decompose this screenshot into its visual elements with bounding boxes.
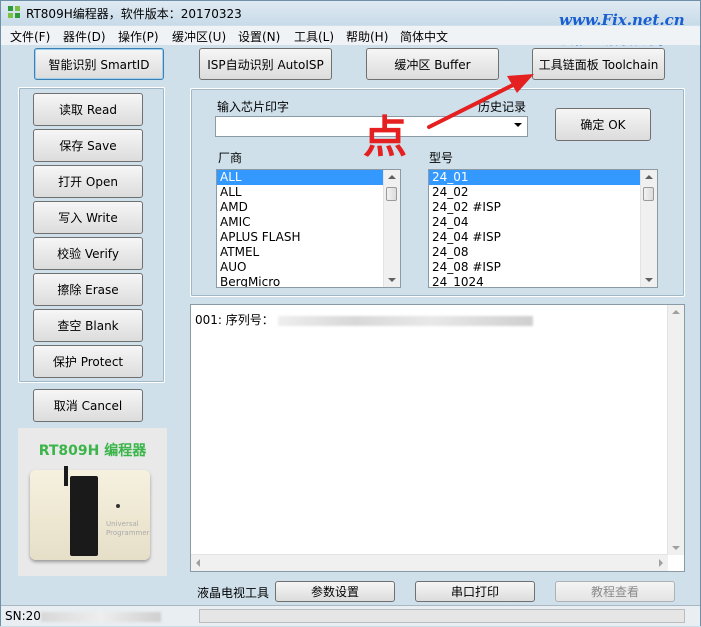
menu-bar: 文件(F) 器件(D) 操作(P) 缓冲区(U) 设置(N) 工具(L) 帮助(…: [1, 26, 700, 45]
app-icon: [8, 6, 20, 18]
model-label: 型号: [429, 151, 454, 165]
list-item[interactable]: 24_01: [429, 170, 640, 185]
scroll-up-icon[interactable]: [672, 310, 680, 314]
device-brand: Universal Programmer: [106, 520, 150, 537]
erase-button[interactable]: 擦除 Erase: [33, 273, 143, 306]
list-item[interactable]: 24_02 #ISP: [429, 200, 595, 215]
chevron-down-icon[interactable]: [514, 123, 522, 127]
menu-help[interactable]: 帮助(H): [346, 28, 388, 45]
scroll-thumb[interactable]: [386, 187, 397, 201]
lcd-tool-label: 液晶电视工具: [197, 586, 270, 600]
redacted-sn: [40, 611, 161, 622]
window-title: RT809H编程器，软件版本：20170323: [26, 7, 242, 21]
chip-mark-label: 输入芯片印字: [217, 100, 290, 114]
scroll-up-icon[interactable]: [645, 175, 653, 179]
protect-button[interactable]: 保护 Protect: [33, 345, 143, 378]
vendor-label: 厂商: [218, 151, 243, 165]
main-window: RT809H编程器，软件版本：20170323 www.Fix.net.cn 爱…: [0, 0, 701, 626]
menu-operation[interactable]: 操作(P): [118, 28, 159, 45]
menu-language[interactable]: 简体中文: [400, 28, 448, 45]
scroll-left-icon[interactable]: [196, 559, 200, 567]
product-image: RT809H 编程器 Universal Programmer: [18, 428, 167, 576]
scroll-down-icon[interactable]: [388, 278, 396, 282]
log-vscrollbar[interactable]: [667, 305, 684, 555]
list-item[interactable]: BergMicro: [217, 275, 383, 287]
serial-number: SN:20: [5, 609, 161, 623]
menu-device[interactable]: 器件(D): [63, 28, 106, 45]
cancel-button[interactable]: 取消 Cancel: [33, 389, 143, 422]
scroll-thumb[interactable]: [643, 187, 654, 201]
scroll-up-icon[interactable]: [388, 175, 396, 179]
history-label: 历史记录: [478, 100, 527, 114]
autoisp-button[interactable]: ISP自动识别 AutoISP: [199, 48, 332, 80]
title-bar: RT809H编程器，软件版本：20170323 www.Fix.net.cn 爱…: [1, 1, 700, 48]
serial-number-prefix: SN:20: [5, 609, 41, 623]
write-button[interactable]: 写入 Write: [33, 201, 143, 234]
list-item[interactable]: 24_04: [429, 215, 595, 230]
list-item[interactable]: ALL: [217, 185, 383, 200]
list-item[interactable]: ALL: [217, 170, 383, 185]
list-item[interactable]: AMIC: [217, 215, 383, 230]
scroll-down-icon[interactable]: [672, 546, 680, 550]
verify-button[interactable]: 校验 Verify: [33, 237, 143, 270]
scroll-down-icon[interactable]: [645, 278, 653, 282]
redacted-serial: [277, 315, 533, 326]
log-serial-label: 001: 序列号：: [195, 313, 274, 327]
list-item[interactable]: 24_1024: [429, 275, 595, 287]
save-button[interactable]: 保存 Save: [33, 129, 143, 162]
menu-buffer[interactable]: 缓冲区(U): [172, 28, 226, 45]
tutorial-button: 教程查看: [555, 581, 675, 602]
log-line: 001: 序列号：: [195, 311, 533, 328]
param-settings-button[interactable]: 参数设置: [275, 581, 395, 602]
log-hscrollbar[interactable]: [191, 554, 668, 571]
menu-settings[interactable]: 设置(N): [238, 28, 280, 45]
product-title: RT809H 编程器: [38, 443, 147, 459]
list-item[interactable]: AMD: [217, 200, 383, 215]
zif-socket: [64, 466, 98, 556]
list-item[interactable]: 24_04 #ISP: [429, 230, 595, 245]
list-item[interactable]: APLUS FLASH: [217, 230, 383, 245]
list-item[interactable]: AUO: [217, 260, 383, 275]
menu-tools[interactable]: 工具(L): [294, 28, 334, 45]
buffer-button[interactable]: 缓冲区 Buffer: [366, 48, 499, 80]
vendor-list-scrollbar[interactable]: [383, 170, 400, 287]
list-item[interactable]: 24_08 #ISP: [429, 260, 595, 275]
status-led: [116, 504, 120, 508]
list-item[interactable]: 24_08: [429, 245, 595, 260]
serial-print-button[interactable]: 串口打印: [415, 581, 535, 602]
list-item[interactable]: ATMEL: [217, 245, 383, 260]
programmer-device: Universal Programmer: [30, 466, 150, 560]
scroll-right-icon[interactable]: [659, 559, 663, 567]
toolchain-button[interactable]: 工具链面板 Toolchain: [532, 48, 665, 80]
blank-button[interactable]: 查空 Blank: [33, 309, 143, 342]
progress-bar: [199, 609, 685, 623]
model-list[interactable]: 24_01 24_02 24_02 #ISP 24_04 24_04 #ISP …: [428, 169, 658, 288]
menu-file[interactable]: 文件(F): [10, 28, 50, 45]
log-output[interactable]: 001: 序列号：: [190, 304, 685, 572]
list-item[interactable]: 24_02: [429, 185, 595, 200]
ok-button[interactable]: 确定 OK: [555, 108, 651, 141]
smartid-button[interactable]: 智能识别 SmartID: [34, 48, 164, 80]
open-button[interactable]: 打开 Open: [33, 165, 143, 198]
status-bar: SN:20: [1, 605, 700, 626]
model-list-scrollbar[interactable]: [640, 170, 657, 287]
annotation-text: 点: [363, 112, 407, 163]
vendor-list[interactable]: ALL ALL AMD AMIC APLUS FLASH ATMEL AUO B…: [216, 169, 401, 288]
read-button[interactable]: 读取 Read: [33, 93, 143, 126]
